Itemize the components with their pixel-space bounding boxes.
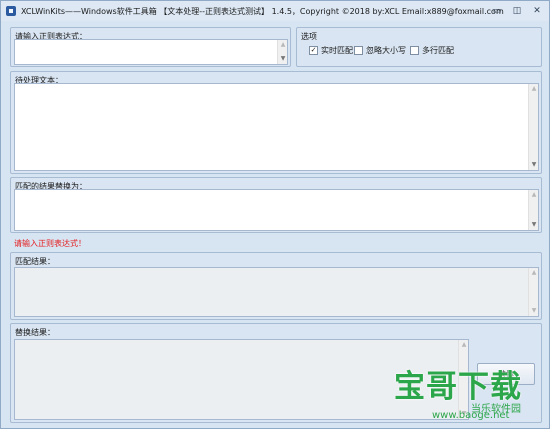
regex-scrollbar[interactable]: ▲ ▼	[277, 40, 287, 64]
realtime-match-label: 实时匹配	[321, 46, 353, 55]
match-result-group: 匹配结果： ▲ ▼	[10, 252, 542, 320]
watermark: 宝哥下载 当乐软件园 www.baoge.net	[394, 361, 544, 421]
ignore-case-checkbox[interactable]: 忽略大小写	[354, 45, 406, 56]
multiline-checkbox[interactable]: 多行匹配	[410, 45, 454, 56]
source-text-input[interactable]: ▲ ▼	[14, 83, 539, 171]
replacement-group: 匹配的结果替换为： ▲ ▼	[10, 177, 542, 233]
match-result-scrollbar[interactable]: ▲ ▼	[528, 268, 538, 316]
replace-result-label: 替换结果：	[15, 328, 55, 337]
scroll-down-icon[interactable]: ▼	[529, 220, 539, 230]
scroll-up-icon[interactable]: ▲	[459, 340, 469, 350]
minimize-icon[interactable]: ▭	[491, 5, 503, 17]
title-bar[interactable]: XCLWinKits——Windows软件工具箱 【文本处理--正则表达式测试】…	[1, 1, 549, 21]
scroll-up-icon[interactable]: ▲	[529, 84, 539, 94]
checkbox-icon[interactable]	[354, 46, 363, 55]
checkbox-icon[interactable]	[410, 46, 419, 55]
regex-input[interactable]: ▲ ▼	[14, 39, 288, 65]
window-title: XCLWinKits——Windows软件工具箱 【文本处理--正则表达式测试】…	[21, 6, 504, 16]
app-icon	[6, 6, 16, 16]
app-window: XCLWinKits——Windows软件工具箱 【文本处理--正则表达式测试】…	[0, 0, 550, 429]
close-icon[interactable]: ✕	[531, 5, 543, 17]
source-text-scrollbar[interactable]: ▲ ▼	[528, 84, 538, 170]
match-result-label: 匹配结果：	[15, 257, 55, 266]
replacement-input[interactable]: ▲ ▼	[14, 189, 539, 231]
multiline-label: 多行匹配	[422, 46, 454, 55]
scroll-up-icon[interactable]: ▲	[529, 190, 539, 200]
check-icon[interactable]: ✓	[309, 46, 318, 55]
regex-group: 请输入正则表达式： ▲ ▼	[10, 27, 291, 67]
match-result-output[interactable]: ▲ ▼	[14, 267, 539, 317]
restore-icon[interactable]: ◫	[511, 5, 523, 17]
scroll-down-icon[interactable]: ▼	[278, 54, 288, 64]
validation-message: 请输入正则表达式！	[14, 239, 86, 248]
window-controls: ▭ ◫ ✕	[491, 5, 543, 17]
realtime-match-checkbox[interactable]: ✓ 实时匹配	[309, 45, 353, 56]
scroll-down-icon[interactable]: ▼	[529, 160, 539, 170]
options-label: 选项	[301, 32, 317, 41]
scroll-up-icon[interactable]: ▲	[278, 40, 288, 50]
options-group: 选项 ✓ 实时匹配 忽略大小写 多行匹配	[296, 27, 542, 67]
scroll-up-icon[interactable]: ▲	[529, 268, 539, 278]
ignore-case-label: 忽略大小写	[366, 46, 406, 55]
watermark-url: www.baoge.net	[432, 410, 510, 421]
replacement-scrollbar[interactable]: ▲ ▼	[528, 190, 538, 230]
scroll-down-icon[interactable]: ▼	[529, 306, 539, 316]
source-text-group: 待处理文本： ▲ ▼	[10, 71, 542, 174]
